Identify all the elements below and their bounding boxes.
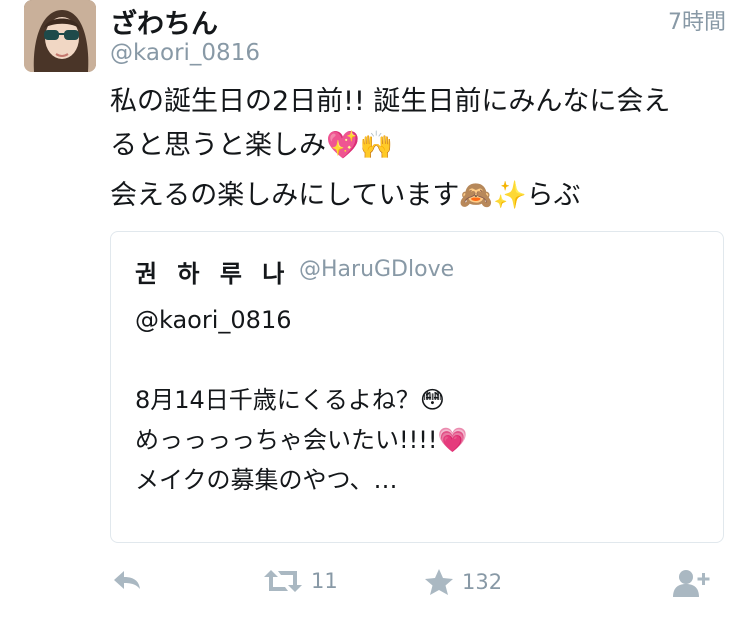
retweet-button[interactable]: 11	[263, 568, 338, 594]
display-name[interactable]: ざわちん	[110, 2, 218, 41]
quoted-text-line: 8月14日千歳にくるよね？😳	[135, 386, 445, 414]
quoted-text-line: メイクの募集のやつ、…	[135, 466, 398, 494]
retweet-icon	[264, 570, 302, 592]
tweet[interactable]: ざわちん @kaori_0816 7時間 私の誕生日の2日前!! 誕生日前にみん…	[0, 0, 750, 618]
tweet-text-line: 私の誕生日の2日前!! 誕生日前にみんなに会え	[110, 86, 671, 117]
timestamp[interactable]: 7時間	[668, 4, 726, 36]
quoted-text-line: @kaori_0816	[135, 306, 292, 334]
follow-icon	[673, 570, 710, 597]
favorite-button[interactable]: 132	[424, 568, 502, 596]
favorite-count: 132	[462, 570, 503, 594]
quoted-text-line	[135, 340, 705, 380]
tweet-text-line: 会えるの楽しみにしています🙈✨らぶ	[110, 180, 581, 211]
quoted-tweet[interactable]: 권 하 루 나 @HaruGDlove @kaori_0816 8月14日千歳に…	[110, 231, 724, 543]
star-icon	[425, 569, 453, 595]
username[interactable]: @kaori_0816	[110, 40, 260, 66]
reply-button[interactable]	[112, 568, 142, 592]
avatar[interactable]	[24, 0, 96, 72]
quoted-text: @kaori_0816 8月14日千歳にくるよね？😳 めっっっっちゃ会いたい!!…	[135, 300, 705, 500]
reply-icon	[114, 571, 140, 589]
tweet-actions: 11 132	[0, 560, 750, 610]
tweet-text: 私の誕生日の2日前!! 誕生日前にみんなに会え ると思うと楽しみ💖🙌 会えるの楽…	[110, 80, 730, 218]
tweet-text-line: ると思うと楽しみ💖🙌	[110, 130, 394, 161]
quoted-display-name: 권 하 루 나	[135, 260, 291, 288]
retweet-count: 11	[311, 569, 338, 593]
avatar-image	[24, 0, 96, 72]
quoted-username: @HaruGDlove	[299, 257, 455, 282]
follow-button[interactable]	[672, 568, 712, 598]
quoted-text-line: めっっっっちゃ会いたい!!!!💗	[135, 426, 468, 454]
